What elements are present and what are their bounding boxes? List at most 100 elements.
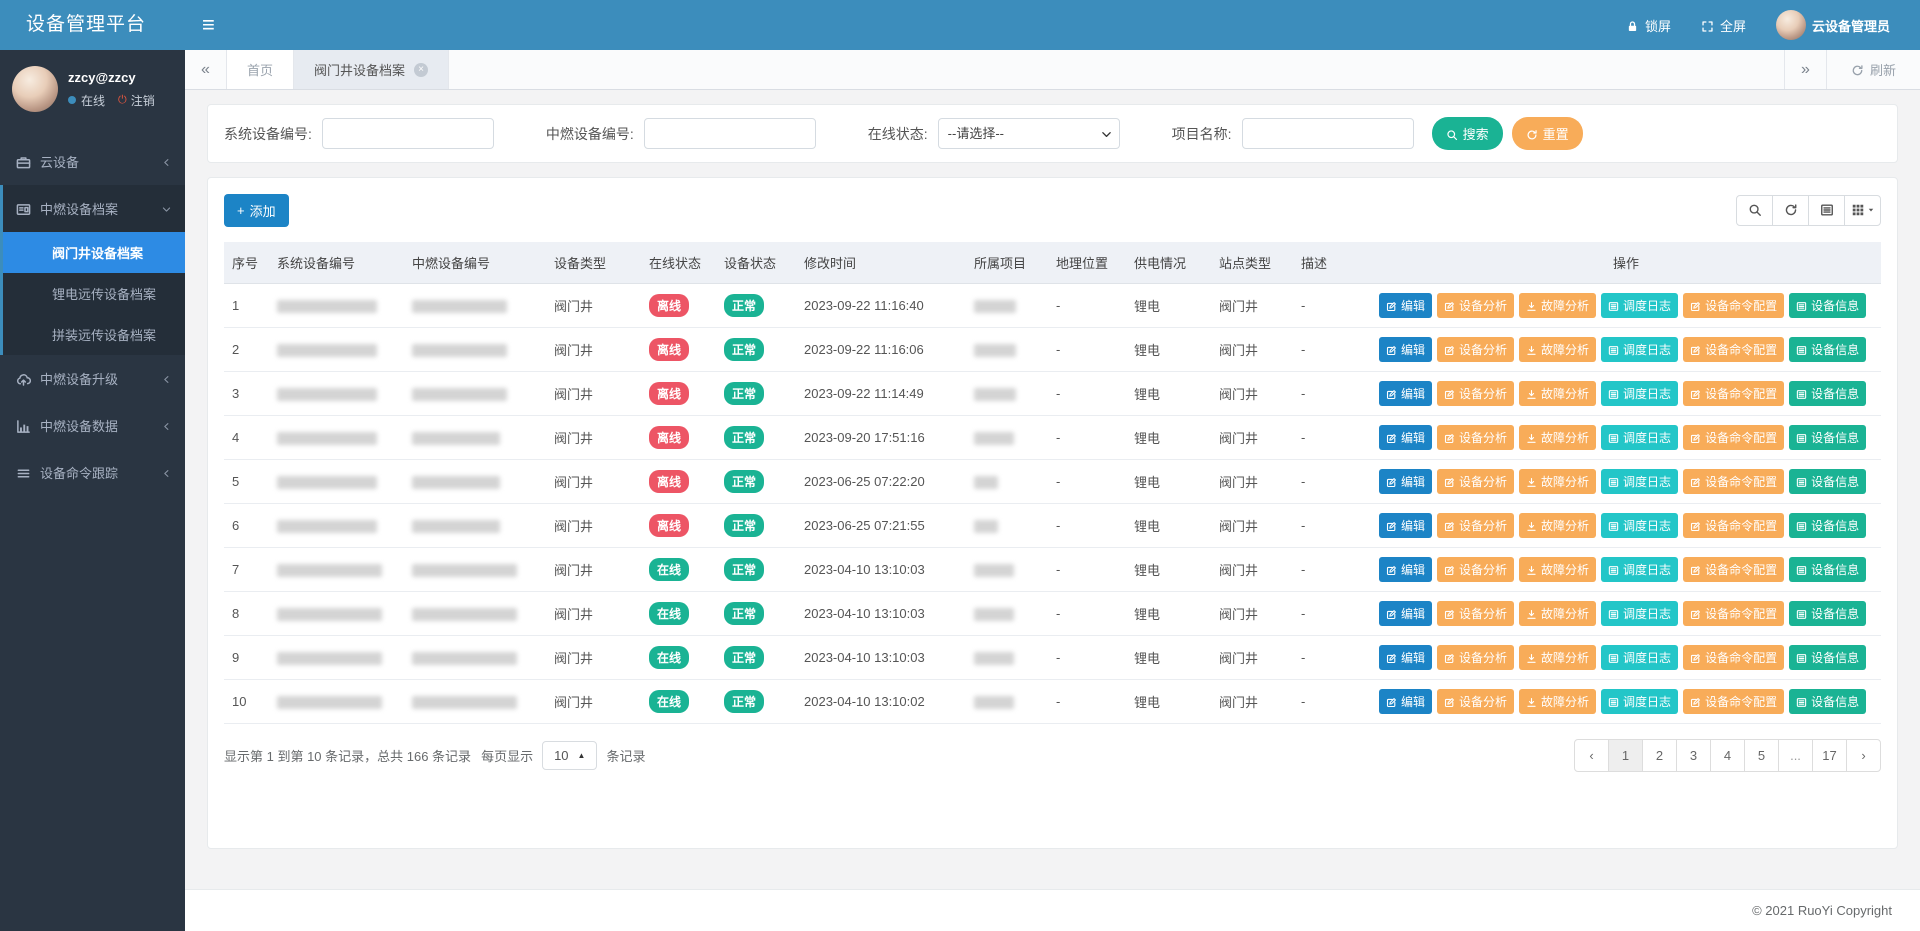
gas-device-no-input[interactable] [644,118,816,149]
action-button-3[interactable]: 调度日志 [1601,469,1678,494]
tab-close-icon[interactable]: × [414,63,428,77]
action-button-5[interactable]: 设备信息 [1789,293,1866,318]
action-button-3[interactable]: 调度日志 [1601,689,1678,714]
action-button-3[interactable]: 调度日志 [1601,645,1678,670]
action-button-3[interactable]: 调度日志 [1601,513,1678,538]
table-search-button[interactable] [1736,195,1773,226]
action-button-2[interactable]: 故障分析 [1519,645,1596,670]
action-button-0[interactable]: 编辑 [1379,469,1432,494]
logout-link[interactable]: ⏻ 注销 [118,92,155,109]
action-button-0[interactable]: 编辑 [1379,513,1432,538]
fullscreen-button[interactable]: 全屏 [1701,16,1746,35]
action-button-0[interactable]: 编辑 [1379,645,1432,670]
action-button-1[interactable]: 设备分析 [1437,601,1514,626]
sidebar-subitem-1-2[interactable]: 拼装远传设备档案 [3,314,185,355]
column-header-3: 设备类型 [546,242,641,284]
action-button-4[interactable]: 设备命令配置 [1683,381,1784,406]
action-button-0[interactable]: 编辑 [1379,337,1432,362]
tab-valve-well-archive[interactable]: 阀门井设备档案 × [294,50,449,89]
tab-home[interactable]: 首页 [227,50,294,89]
page-5[interactable]: 5 [1744,739,1779,772]
action-button-1[interactable]: 设备分析 [1437,689,1514,714]
action-button-5[interactable]: 设备信息 [1789,381,1866,406]
action-button-5[interactable]: 设备信息 [1789,513,1866,538]
action-button-4[interactable]: 设备命令配置 [1683,425,1784,450]
action-button-2[interactable]: 故障分析 [1519,293,1596,318]
action-button-0[interactable]: 编辑 [1379,689,1432,714]
action-button-5[interactable]: 设备信息 [1789,557,1866,582]
table-toggle-view-button[interactable] [1808,195,1845,226]
action-button-4[interactable]: 设备命令配置 [1683,557,1784,582]
lock-screen-button[interactable]: 锁屏 [1626,16,1671,35]
sys-device-no-input[interactable] [322,118,494,149]
search-button[interactable]: 搜索 [1432,117,1503,150]
action-button-2[interactable]: 故障分析 [1519,469,1596,494]
sidebar-subitem-1-0[interactable]: 阀门井设备档案 [3,232,185,273]
page-17[interactable]: 17 [1812,739,1847,772]
action-button-2[interactable]: 故障分析 [1519,513,1596,538]
sidebar-item-2[interactable]: 中燃设备升级 [3,355,185,402]
action-button-5[interactable]: 设备信息 [1789,601,1866,626]
action-button-0[interactable]: 编辑 [1379,557,1432,582]
action-button-4[interactable]: 设备命令配置 [1683,513,1784,538]
tabs-scroll-right-icon[interactable]: » [1784,50,1826,89]
page-1[interactable]: 1 [1608,739,1643,772]
action-button-4[interactable]: 设备命令配置 [1683,601,1784,626]
action-button-3[interactable]: 调度日志 [1601,601,1678,626]
table-columns-button[interactable] [1844,195,1881,226]
user-menu[interactable]: 云设备管理员 [1776,10,1890,40]
action-button-5[interactable]: 设备信息 [1789,337,1866,362]
add-button[interactable]: + 添加 [224,194,289,227]
action-button-5[interactable]: 设备信息 [1789,645,1866,670]
action-button-1[interactable]: 设备分析 [1437,557,1514,582]
action-button-2[interactable]: 故障分析 [1519,601,1596,626]
page-prev[interactable]: ‹ [1574,739,1609,772]
action-button-1[interactable]: 设备分析 [1437,293,1514,318]
action-button-2[interactable]: 故障分析 [1519,381,1596,406]
action-button-0[interactable]: 编辑 [1379,601,1432,626]
project-name-input[interactable] [1242,118,1414,149]
reset-button[interactable]: 重置 [1512,117,1583,150]
page-next[interactable]: › [1846,739,1881,772]
action-button-2[interactable]: 故障分析 [1519,337,1596,362]
action-button-2[interactable]: 故障分析 [1519,689,1596,714]
refresh-tab-button[interactable]: 刷新 [1826,50,1920,89]
action-button-5[interactable]: 设备信息 [1789,469,1866,494]
action-button-4[interactable]: 设备命令配置 [1683,337,1784,362]
action-button-1[interactable]: 设备分析 [1437,513,1514,538]
action-button-2[interactable]: 故障分析 [1519,425,1596,450]
page-3[interactable]: 3 [1676,739,1711,772]
sidebar-item-0[interactable]: 云设备 [3,138,185,185]
sidebar-subitem-1-1[interactable]: 锂电远传设备档案 [3,273,185,314]
action-button-3[interactable]: 调度日志 [1601,293,1678,318]
action-button-3[interactable]: 调度日志 [1601,557,1678,582]
table-refresh-button[interactable] [1772,195,1809,226]
action-button-1[interactable]: 设备分析 [1437,645,1514,670]
action-button-4[interactable]: 设备命令配置 [1683,645,1784,670]
action-button-0[interactable]: 编辑 [1379,381,1432,406]
action-button-4[interactable]: 设备命令配置 [1683,293,1784,318]
action-button-0[interactable]: 编辑 [1379,425,1432,450]
sidebar-item-1[interactable]: 中燃设备档案 [3,185,185,232]
action-button-3[interactable]: 调度日志 [1601,425,1678,450]
page-4[interactable]: 4 [1710,739,1745,772]
sidebar-item-3[interactable]: 中燃设备数据 [3,402,185,449]
action-button-1[interactable]: 设备分析 [1437,425,1514,450]
action-button-4[interactable]: 设备命令配置 [1683,469,1784,494]
action-button-1[interactable]: 设备分析 [1437,337,1514,362]
action-button-1[interactable]: 设备分析 [1437,381,1514,406]
action-button-3[interactable]: 调度日志 [1601,337,1678,362]
action-button-2[interactable]: 故障分析 [1519,557,1596,582]
action-button-4[interactable]: 设备命令配置 [1683,689,1784,714]
action-button-5[interactable]: 设备信息 [1789,689,1866,714]
page-2[interactable]: 2 [1642,739,1677,772]
action-button-1[interactable]: 设备分析 [1437,469,1514,494]
action-button-0[interactable]: 编辑 [1379,293,1432,318]
tabs-scroll-left-icon[interactable]: « [185,50,227,89]
page-size-dropdown[interactable]: 10 ▲ [542,741,597,770]
action-button-5[interactable]: 设备信息 [1789,425,1866,450]
sidebar-item-4[interactable]: 设备命令跟踪 [3,449,185,496]
sidebar-toggle-icon[interactable]: ≡ [185,0,232,50]
online-status-select[interactable]: --请选择-- [938,118,1120,149]
action-button-3[interactable]: 调度日志 [1601,381,1678,406]
